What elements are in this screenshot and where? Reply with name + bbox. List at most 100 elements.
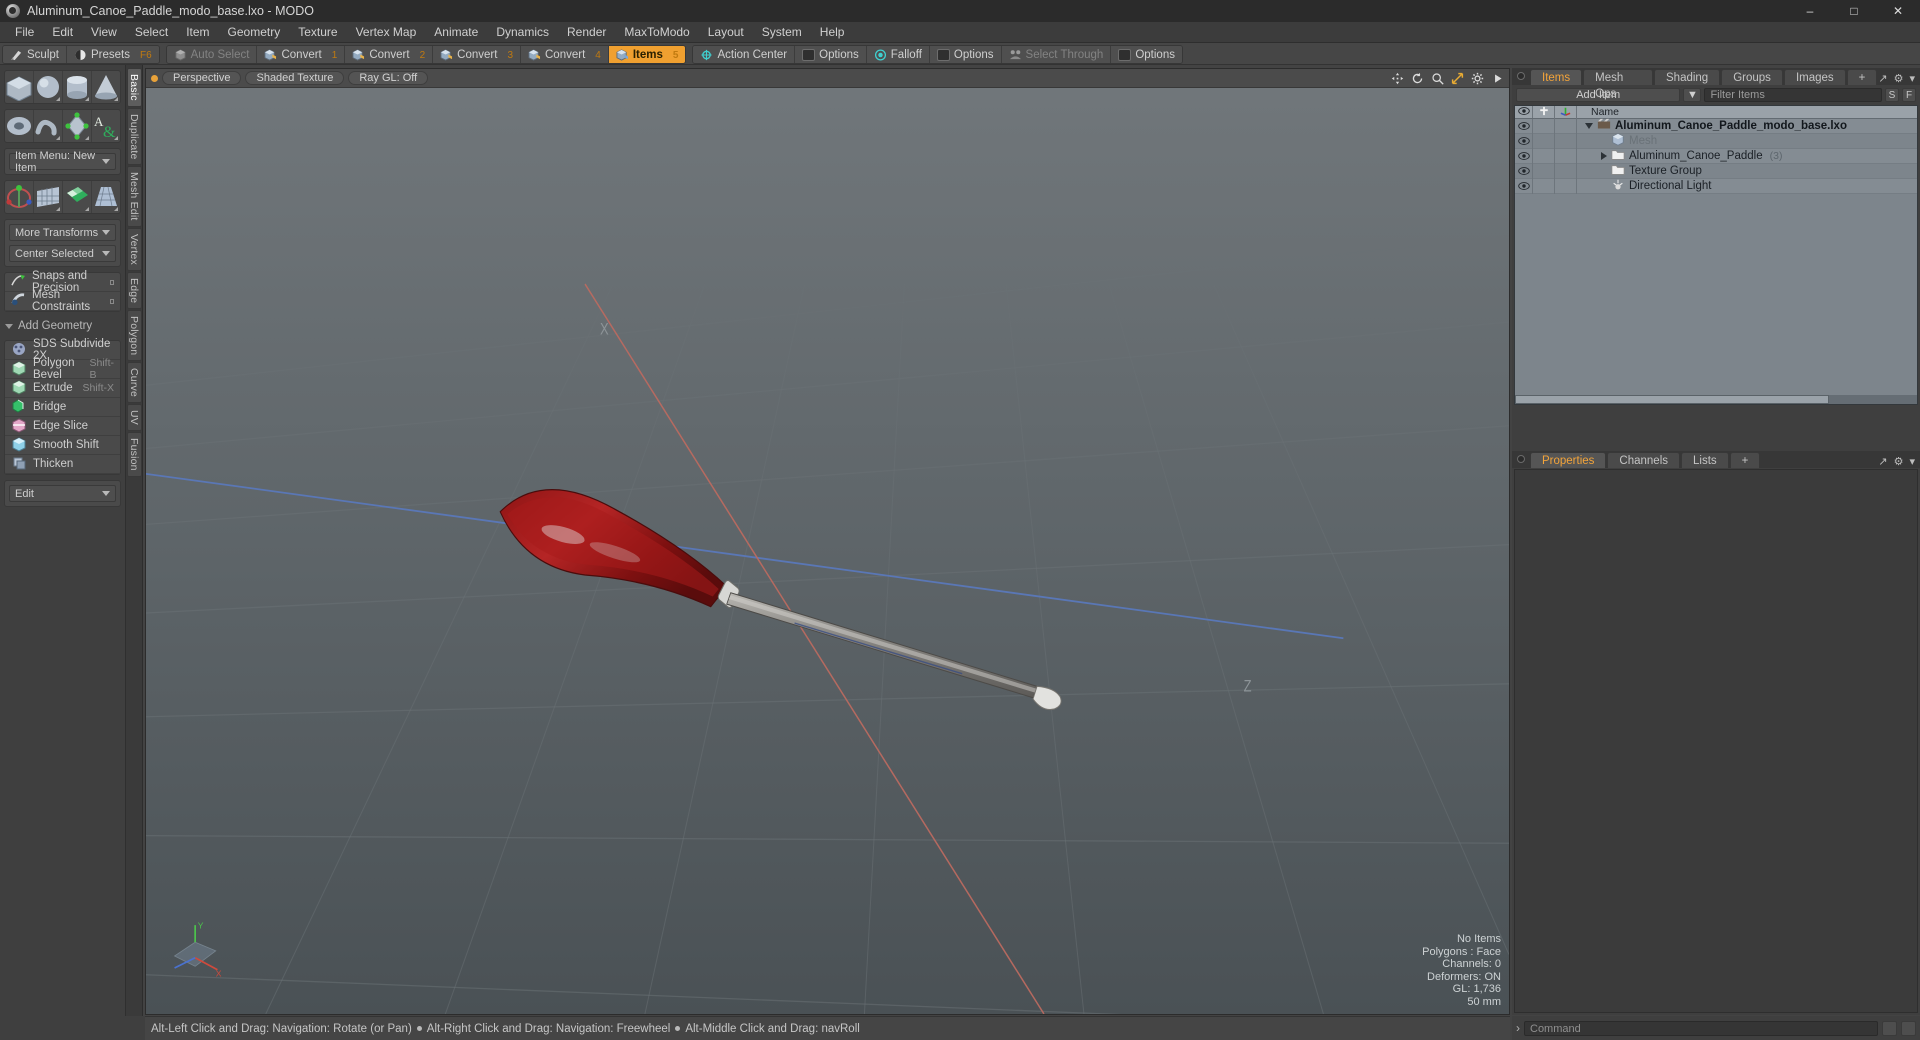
shear-tool[interactable] xyxy=(63,181,92,213)
command-history-button[interactable] xyxy=(1882,1020,1897,1036)
viewport-projection-button[interactable]: Perspective xyxy=(162,71,242,85)
row-axis-cell[interactable] xyxy=(1555,163,1577,179)
add-geometry-header[interactable]: Add Geometry xyxy=(0,317,125,335)
menu-view[interactable]: View xyxy=(82,22,126,43)
play-icon[interactable] xyxy=(1491,72,1504,85)
close-button[interactable]: ✕ xyxy=(1876,0,1920,22)
vtab-vertex[interactable]: Vertex xyxy=(127,227,142,271)
row-visibility-toggle[interactable] xyxy=(1515,133,1533,149)
row-axis-cell[interactable] xyxy=(1555,118,1577,134)
spiral-primitive[interactable] xyxy=(34,110,63,142)
tab-lists[interactable]: Lists xyxy=(1681,452,1729,468)
menu-vertex-map[interactable]: Vertex Map xyxy=(347,22,426,43)
filter-f-button[interactable]: F xyxy=(1902,88,1916,102)
menu-geometry[interactable]: Geometry xyxy=(219,22,290,43)
row-lock-cell[interactable] xyxy=(1533,118,1555,134)
toolbar-sculpt[interactable]: Sculpt xyxy=(3,46,67,63)
menu-system[interactable]: System xyxy=(753,22,811,43)
menu-select[interactable]: Select xyxy=(126,22,177,43)
geometry-extrude[interactable]: Extrude Shift-X xyxy=(5,379,120,398)
pan-icon[interactable] xyxy=(1391,72,1404,85)
row-axis-cell[interactable] xyxy=(1555,133,1577,149)
center-selected-dropdown[interactable]: Center Selected xyxy=(9,245,116,262)
row-lock-cell[interactable] xyxy=(1533,148,1555,164)
panel-gear-icon[interactable]: ⚙ xyxy=(1894,72,1904,85)
toolbar-presets-F6[interactable]: Presets F6 xyxy=(66,46,159,63)
taper-tool[interactable] xyxy=(92,181,120,213)
properties-gear-icon[interactable]: ⚙ xyxy=(1894,455,1904,468)
row-lock-cell[interactable] xyxy=(1533,163,1555,179)
vtab-uv[interactable]: UV xyxy=(127,404,142,432)
panel-expand-icon[interactable]: ↗ xyxy=(1878,72,1887,85)
viewport-3d[interactable]: X Z Perspective Shaded Texture Ray GL: O… xyxy=(145,68,1510,1015)
filter-items-input[interactable]: Filter Items xyxy=(1704,88,1882,102)
row-visibility-toggle[interactable] xyxy=(1515,178,1533,194)
row-axis-cell[interactable] xyxy=(1555,148,1577,164)
viewport-raygl-button[interactable]: Ray GL: Off xyxy=(348,71,429,85)
vtab-mesh-edit[interactable]: Mesh Edit xyxy=(127,166,142,227)
menu-layout[interactable]: Layout xyxy=(699,22,753,43)
popover-indicator-icon[interactable] xyxy=(109,279,114,285)
toolbar-options[interactable]: Options xyxy=(1111,46,1182,63)
text-primitive[interactable]: A & xyxy=(92,110,120,142)
viewport-shading-button[interactable]: Shaded Texture xyxy=(245,71,345,85)
menu-help[interactable]: Help xyxy=(811,22,854,43)
vtab-edge[interactable]: Edge xyxy=(127,271,142,310)
tab-add[interactable]: + xyxy=(1846,69,1878,85)
gear-icon[interactable] xyxy=(1471,72,1484,85)
properties-expand-icon[interactable]: ↗ xyxy=(1878,455,1887,468)
scroll-thumb[interactable] xyxy=(1515,395,1829,404)
sidebar-mesh-constraints[interactable]: Mesh Constraints xyxy=(5,289,120,313)
tab-groups[interactable]: Groups xyxy=(1721,69,1783,85)
vtab-basic[interactable]: Basic xyxy=(127,68,142,107)
vtab-polygon[interactable]: Polygon xyxy=(127,310,142,362)
cube-primitive[interactable] xyxy=(5,71,34,103)
toolbar-select-through[interactable]: Select Through xyxy=(1001,46,1112,63)
geometry-bridge[interactable]: Bridge xyxy=(5,398,120,417)
zoom-icon[interactable] xyxy=(1431,72,1444,85)
cylinder-primitive[interactable] xyxy=(63,71,92,103)
tab-channels[interactable]: Channels xyxy=(1607,452,1681,468)
tab-mesh-ops[interactable]: Mesh Ops xyxy=(1583,69,1653,100)
more-transforms-dropdown[interactable]: More Transforms xyxy=(9,224,116,241)
expander-down-icon[interactable] xyxy=(1585,123,1593,129)
edit-dropdown[interactable]: Edit xyxy=(9,485,116,502)
sphere-primitive[interactable] xyxy=(34,71,63,103)
cone-primitive[interactable] xyxy=(92,71,120,103)
expander-right-icon[interactable] xyxy=(1601,152,1607,160)
row-lock-cell[interactable] xyxy=(1533,133,1555,149)
tab-add[interactable]: + xyxy=(1729,452,1761,468)
geometry-polygon-bevel[interactable]: Polygon Bevel Shift-B xyxy=(5,357,120,381)
tab-items[interactable]: Items xyxy=(1530,69,1583,85)
row-visibility-toggle[interactable] xyxy=(1515,163,1533,179)
popover-indicator-icon[interactable] xyxy=(109,298,114,304)
tab-images[interactable]: Images xyxy=(1783,69,1846,85)
toolbar-falloff[interactable]: Falloff xyxy=(866,46,930,63)
menu-render[interactable]: Render xyxy=(558,22,615,43)
toolbar-action-center[interactable]: Action Center xyxy=(693,46,796,63)
toolbar-items-5[interactable]: Items 5 xyxy=(608,46,686,63)
pen-primitive[interactable] xyxy=(63,110,92,142)
menu-dynamics[interactable]: Dynamics xyxy=(487,22,558,43)
row-axis-cell[interactable] xyxy=(1555,178,1577,194)
item-tree-row[interactable]: Directional Light xyxy=(1515,178,1917,194)
fit-icon[interactable] xyxy=(1451,72,1464,85)
torus-primitive[interactable] xyxy=(5,110,34,142)
panel-menu-icon[interactable]: ▾ xyxy=(1909,72,1915,85)
toolbar-options[interactable]: Options xyxy=(929,46,1002,63)
geometry-thicken[interactable]: Thicken xyxy=(5,455,120,474)
properties-menu-icon[interactable]: ▾ xyxy=(1909,455,1915,468)
tab-shading[interactable]: Shading xyxy=(1654,69,1721,85)
filter-s-button[interactable]: S xyxy=(1885,88,1899,102)
toolbar-convert-4[interactable]: Convert 4 xyxy=(521,46,609,63)
toolbar-options[interactable]: Options xyxy=(795,46,867,63)
menu-texture[interactable]: Texture xyxy=(289,22,346,43)
menu-animate[interactable]: Animate xyxy=(425,22,487,43)
vtab-fusion[interactable]: Fusion xyxy=(127,432,142,478)
minimize-button[interactable]: – xyxy=(1788,0,1832,22)
geometry-smooth-shift[interactable]: Smooth Shift xyxy=(5,436,120,455)
item-tree[interactable]: Name Aluminum_Canoe_Paddle_modo_base.lxo… xyxy=(1514,105,1918,405)
row-visibility-toggle[interactable] xyxy=(1515,148,1533,164)
row-lock-cell[interactable] xyxy=(1533,178,1555,194)
menu-edit[interactable]: Edit xyxy=(43,22,82,43)
